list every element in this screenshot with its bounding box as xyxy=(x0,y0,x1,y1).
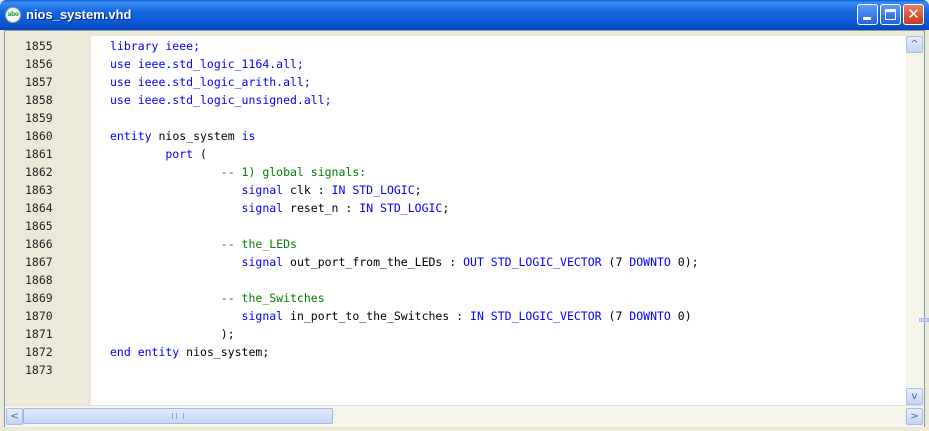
code-keyword: IN STD_LOGIC xyxy=(359,201,443,215)
horizontal-scrollbar[interactable]: < > xyxy=(5,405,924,427)
line-number: 1859 xyxy=(25,111,53,125)
code-keyword: DOWNTO xyxy=(629,255,678,269)
horizontal-scroll-thumb[interactable] xyxy=(23,408,333,424)
code-keyword: entity xyxy=(110,129,159,143)
code-text: ; xyxy=(442,201,450,215)
code-line[interactable]: signal clk : IN STD_LOGIC; xyxy=(110,181,906,199)
line-number: 1868 xyxy=(25,273,53,287)
editor-client-area: 1855 1856 1857 1858 1859 1860 1861 1862 1863 1864… xyxy=(4,30,929,427)
line-number: 1871 xyxy=(25,327,53,341)
editor-window: abo nios_system.vhd ✕ 1855 1856 1857 1858 18… xyxy=(0,0,929,431)
code-keyword: use ieee.std_logic_1164.all; xyxy=(110,57,304,71)
code-line[interactable] xyxy=(110,271,906,289)
code-line[interactable]: signal in_port_to_the_Switches : IN STD_… xyxy=(110,307,906,325)
code-line[interactable]: end entity nios_system; xyxy=(110,343,906,361)
code-keyword: signal xyxy=(110,255,291,269)
maximize-icon xyxy=(885,9,896,20)
line-number: 1873 xyxy=(25,363,53,377)
code-keyword: signal xyxy=(110,309,291,323)
line-number: 1857 xyxy=(25,75,53,89)
app-icon[interactable]: abo xyxy=(5,7,21,23)
code-line[interactable]: use ieee.std_logic_unsigned.all; xyxy=(110,91,906,109)
line-number: 1863 xyxy=(25,183,53,197)
code-keyword: end entity xyxy=(110,345,187,359)
code-keyword: use ieee.std_logic_arith.all; xyxy=(110,75,311,89)
code-text: (7 xyxy=(608,309,630,323)
chevron-down-icon: v xyxy=(911,391,918,402)
code-line[interactable]: signal out_port_from_the_LEDs : OUT STD_… xyxy=(110,253,906,271)
code-line[interactable]: entity nios_system is xyxy=(110,127,906,145)
code-keyword: OUT STD_LOGIC_VECTOR xyxy=(463,255,609,269)
scroll-up-button[interactable]: ^ xyxy=(906,36,923,53)
vertical-scrollbar[interactable]: ^ v xyxy=(906,36,924,405)
code-keyword: IN STD_LOGIC xyxy=(331,183,415,197)
line-number: 1866 xyxy=(25,237,53,251)
minimize-icon xyxy=(863,17,871,20)
line-number: 1870 xyxy=(25,309,53,323)
minimize-button[interactable] xyxy=(857,4,878,25)
line-number: 1864 xyxy=(25,201,53,215)
code-keyword: use ieee.std_logic_unsigned.all; xyxy=(110,93,332,107)
code-comment: -- the_Switches xyxy=(110,291,325,305)
line-number: 1858 xyxy=(25,93,53,107)
code-line[interactable]: -- 1) global signals: xyxy=(110,163,906,181)
code-text: ( xyxy=(200,147,207,161)
scroll-left-button[interactable]: < xyxy=(6,408,23,425)
code-line[interactable]: library ieee; xyxy=(110,37,906,55)
code-line[interactable]: ); xyxy=(110,325,906,343)
line-number: 1855 xyxy=(25,39,53,53)
code-text: nios_system; xyxy=(186,345,270,359)
code-keyword: port xyxy=(110,147,201,161)
code-line[interactable]: port ( xyxy=(110,145,906,163)
code-editor[interactable]: library ieee; use ieee.std_logic_1164.all… xyxy=(91,36,906,405)
code-line[interactable] xyxy=(110,109,906,127)
line-number: 1865 xyxy=(25,219,53,233)
code-line[interactable]: use ieee.std_logic_1164.all; xyxy=(110,55,906,73)
scroll-right-button[interactable]: > xyxy=(906,408,923,425)
scroll-down-button[interactable]: v xyxy=(906,388,923,405)
code-keyword: DOWNTO xyxy=(629,309,678,323)
code-keyword: signal xyxy=(110,201,291,215)
code-keyword: is xyxy=(241,129,256,143)
close-button[interactable]: ✕ xyxy=(903,4,924,25)
code-line[interactable]: use ieee.std_logic_arith.all; xyxy=(110,73,906,91)
code-keyword: IN STD_LOGIC_VECTOR xyxy=(470,309,609,323)
window-title: nios_system.vhd xyxy=(26,7,132,22)
chevron-up-icon: ^ xyxy=(910,39,919,50)
chevron-left-icon: < xyxy=(10,411,19,422)
code-line[interactable]: -- the_LEDs xyxy=(110,235,906,253)
code-text: out_port_from_the_LEDs : xyxy=(290,255,464,269)
line-number: 1862 xyxy=(25,165,53,179)
code-line[interactable] xyxy=(110,217,906,235)
line-number: 1872 xyxy=(25,345,53,359)
code-keyword: signal xyxy=(110,183,291,197)
close-icon: ✕ xyxy=(907,5,920,23)
chevron-right-icon: > xyxy=(910,411,919,422)
code-text: 0) xyxy=(677,309,692,323)
line-number: 1860 xyxy=(25,129,53,143)
code-text: ; xyxy=(414,183,422,197)
code-comment: -- the_LEDs xyxy=(110,237,297,251)
line-number: 1869 xyxy=(25,291,53,305)
line-number-gutter: 1855 1856 1857 1858 1859 1860 1861 1862 1863 1864… xyxy=(5,36,102,405)
line-number: 1856 xyxy=(25,57,53,71)
code-keyword: library ieee; xyxy=(110,39,201,53)
maximize-button[interactable] xyxy=(880,4,901,25)
code-line[interactable]: -- the_Switches xyxy=(110,289,906,307)
title-bar[interactable]: abo nios_system.vhd ✕ xyxy=(0,0,929,30)
code-text: clk : xyxy=(290,183,332,197)
line-number: 1861 xyxy=(25,147,53,161)
code-comment: -- 1) global signals: xyxy=(110,165,367,179)
line-number: 1867 xyxy=(25,255,53,269)
grip-icon xyxy=(172,413,184,419)
code-text: (7 xyxy=(608,255,630,269)
code-text: nios_system xyxy=(158,129,242,143)
code-line[interactable]: signal reset_n : IN STD_LOGIC; xyxy=(110,199,906,217)
code-text: reset_n : xyxy=(290,201,360,215)
code-text: 0); xyxy=(677,255,699,269)
vertical-scroll-thumb[interactable] xyxy=(919,318,929,322)
code-text: in_port_to_the_Switches : xyxy=(290,309,471,323)
code-line[interactable] xyxy=(110,361,906,379)
code-text: ); xyxy=(110,327,235,341)
